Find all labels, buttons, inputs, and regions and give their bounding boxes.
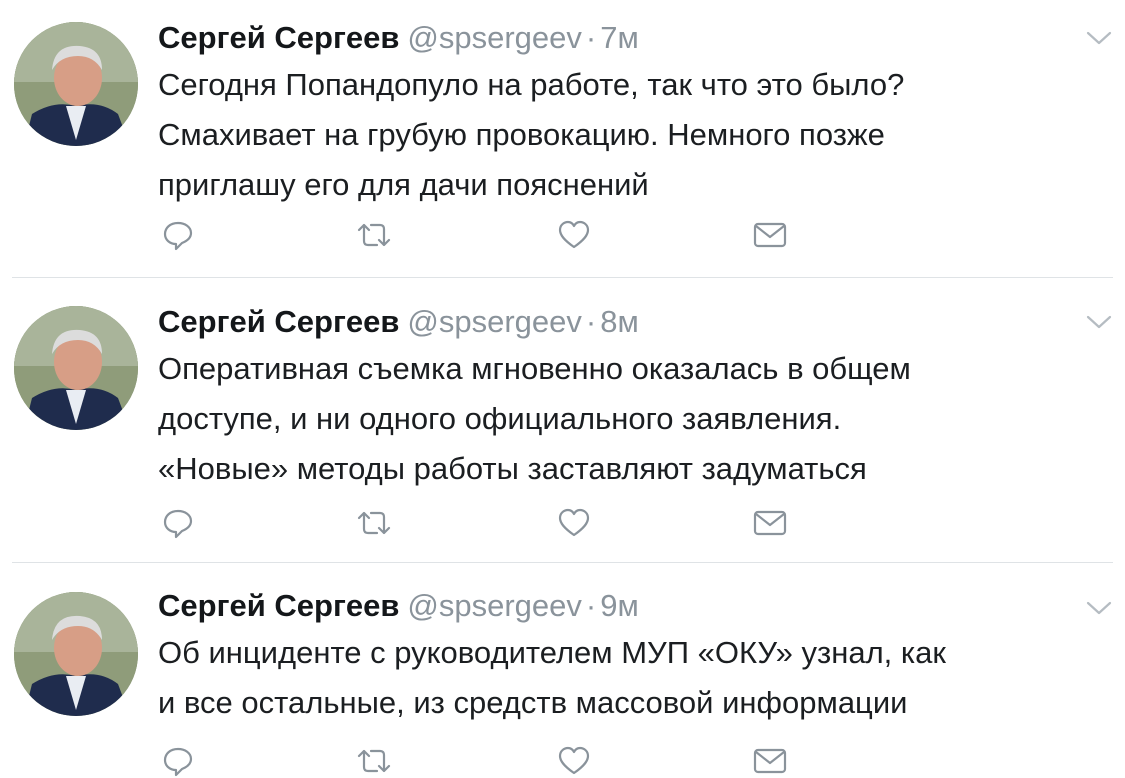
author-handle[interactable]: @spsergeev [407, 304, 582, 339]
separator-dot: · [585, 304, 597, 339]
like-button[interactable] [554, 744, 594, 778]
direct-message-button[interactable] [750, 218, 790, 252]
direct-message-button[interactable] [750, 506, 790, 540]
envelope-icon [753, 748, 787, 774]
heart-icon [558, 746, 590, 775]
author-name[interactable]: Сергей Сергеев [158, 588, 399, 623]
author-handle[interactable]: @spsergeev [407, 20, 582, 55]
direct-message-button[interactable] [750, 744, 790, 778]
chevron-down-icon[interactable] [1086, 600, 1112, 621]
timestamp[interactable]: 8м [600, 304, 639, 339]
retweet-button[interactable] [354, 744, 394, 778]
tweet[interactable]: Сергей Сергеев @spsergeev · 7м Сегодня Попа… [0, 0, 1125, 278]
divider [12, 277, 1113, 278]
envelope-icon [753, 222, 787, 248]
tweet[interactable]: Сергей Сергеев @spsergeev · 8м Оперативная … [0, 286, 1125, 563]
reply-icon [163, 747, 193, 777]
envelope-icon [753, 510, 787, 536]
tweet-actions [158, 506, 798, 540]
reply-button[interactable] [158, 506, 198, 540]
retweet-icon [357, 223, 391, 247]
retweet-button[interactable] [354, 218, 394, 252]
heart-icon [558, 220, 590, 249]
separator-dot: · [585, 20, 597, 55]
chevron-down-icon[interactable] [1086, 30, 1112, 51]
tweet-header: Сергей Сергеев @spsergeev · 8м [158, 302, 639, 342]
author-name[interactable]: Сергей Сергеев [158, 20, 399, 55]
author-handle[interactable]: @spsergeev [407, 588, 582, 623]
retweet-button[interactable] [354, 506, 394, 540]
reply-button[interactable] [158, 744, 198, 778]
chevron-down-icon[interactable] [1086, 314, 1112, 335]
avatar[interactable] [14, 592, 138, 716]
tweet-actions [158, 744, 798, 778]
timestamp[interactable]: 9м [600, 588, 639, 623]
timestamp[interactable]: 7м [600, 20, 639, 55]
like-button[interactable] [554, 506, 594, 540]
separator-dot: · [585, 588, 597, 623]
divider [12, 562, 1113, 563]
reply-icon [163, 509, 193, 539]
reply-icon [163, 221, 193, 251]
author-name[interactable]: Сергей Сергеев [158, 304, 399, 339]
retweet-icon [357, 749, 391, 773]
retweet-icon [357, 511, 391, 535]
tweet-header: Сергей Сергеев @spsergeev · 9м [158, 586, 639, 626]
avatar[interactable] [14, 22, 138, 146]
tweet-text: Оперативная съемка мгновенно оказалась в… [158, 351, 911, 486]
tweet-actions [158, 218, 798, 252]
tweet[interactable]: Сергей Сергеев @spsergeev · 9м Об инциденте… [0, 570, 1125, 778]
like-button[interactable] [554, 218, 594, 252]
tweet-text: Сегодня Попандопуло на работе, так что э… [158, 67, 905, 202]
avatar[interactable] [14, 306, 138, 430]
heart-icon [558, 508, 590, 537]
tweet-header: Сергей Сергеев @spsergeev · 7м [158, 18, 639, 58]
reply-button[interactable] [158, 218, 198, 252]
tweet-text: Об инциденте с руководителем МУП «ОКУ» у… [158, 635, 946, 720]
